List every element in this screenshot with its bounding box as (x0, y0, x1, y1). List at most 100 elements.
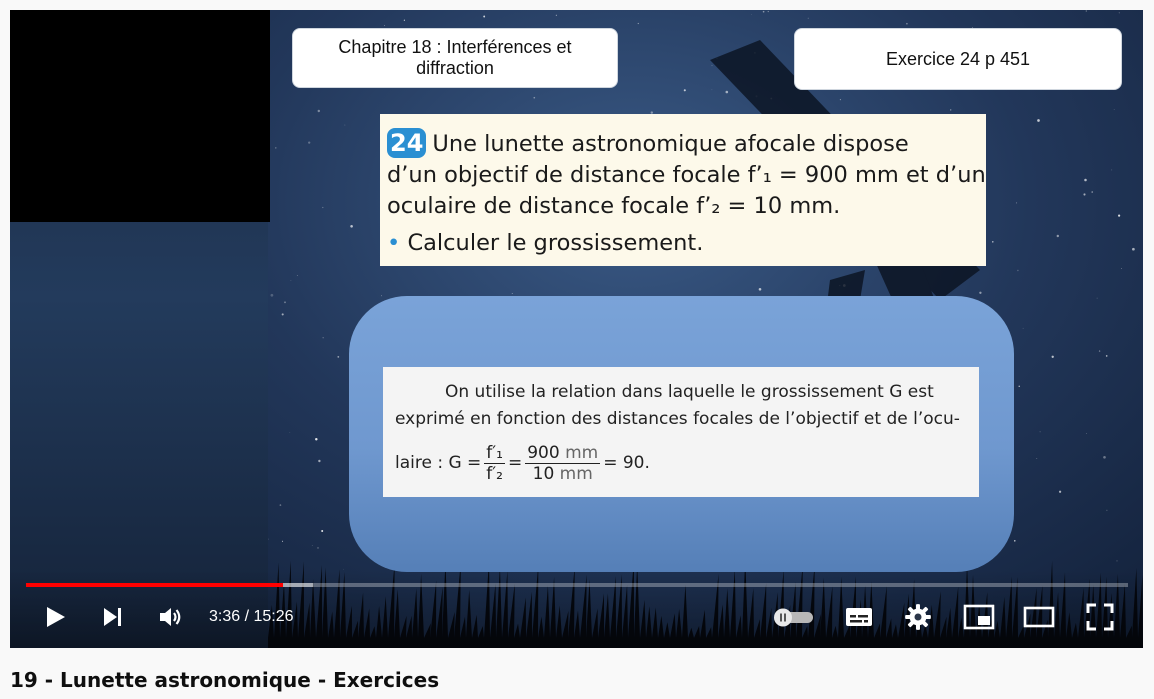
subtitles-icon (846, 608, 872, 626)
problem-text-1: Une lunette astronomique afocale dispose (432, 131, 909, 157)
answer-line-1: On utilise la relation dans laquelle le … (445, 382, 934, 402)
star (762, 10, 765, 13)
star (1118, 12, 1120, 14)
formula-prefix: laire : G = (395, 453, 482, 473)
volume-button[interactable] (156, 602, 186, 632)
star (1036, 458, 1038, 459)
star (767, 11, 769, 13)
star (1037, 119, 1040, 122)
star (1132, 247, 1135, 251)
problem-line-1: 24 Une lunette astronomique afocale dispo… (387, 128, 980, 160)
settings-icon (905, 604, 931, 630)
problem-line-2: d’un objectif de distance focale f’₁ = 9… (387, 162, 986, 188)
star (322, 337, 324, 339)
star (315, 438, 318, 441)
theater-mode-button[interactable] (1022, 602, 1056, 632)
video-title: 19 - Lunette astronomique - Exercices (10, 668, 440, 692)
problem-statement: 24 Une lunette astronomique afocale dispo… (380, 114, 986, 266)
star (403, 19, 405, 21)
problem-question: • Calculer le grossissement. (387, 228, 980, 259)
exercise-number-badge: 24 (387, 128, 427, 158)
video-player[interactable]: Chapitre 18 : Interférences et diffracti… (10, 10, 1143, 648)
star (1084, 178, 1087, 182)
star (637, 22, 639, 25)
fraction-focal: f′₁ f′₂ (484, 443, 505, 484)
formula-equals: = (507, 453, 523, 473)
star (1083, 193, 1086, 196)
star (1051, 355, 1054, 358)
den-value: 10 (532, 464, 555, 484)
star (1039, 431, 1041, 433)
theater-mode-icon (1023, 606, 1055, 628)
problem-line-3: oculaire de distance focale f’₂ = 10 mm. (387, 193, 841, 219)
star (1056, 234, 1060, 238)
star (279, 504, 282, 506)
fullscreen-icon (1086, 603, 1114, 631)
miniplayer-button[interactable] (962, 602, 996, 632)
star (511, 293, 513, 294)
formula-result: = 90. (603, 453, 650, 473)
fraction-values-den: 10 mm (533, 464, 593, 484)
star (270, 293, 274, 297)
star (381, 295, 382, 297)
star (384, 25, 385, 26)
volume-icon (160, 608, 181, 626)
fraction-values-num: 900 mm (525, 443, 601, 464)
play-icon (47, 607, 65, 627)
star (1096, 297, 1098, 299)
miniplayer-icon (963, 604, 995, 630)
star (1118, 214, 1121, 217)
fraction-values: 900 mm 10 mm (525, 443, 601, 484)
progress-played (26, 583, 283, 587)
time-display: 3:36 / 15:26 (209, 608, 294, 625)
star (483, 15, 486, 18)
star (1058, 490, 1062, 493)
star (1086, 432, 1087, 434)
star (322, 206, 324, 209)
star (1085, 10, 1087, 12)
star (1098, 350, 1101, 352)
star (275, 147, 277, 149)
autoplay-toggle[interactable] (770, 602, 816, 632)
settings-button[interactable] (903, 602, 933, 632)
exercise-title-box: Exercice 24 p 451 (794, 28, 1122, 90)
chapter-title: Chapitre 18 : Interférences et diffracti… (338, 37, 572, 78)
play-button[interactable] (40, 602, 70, 632)
num-unit: mm (565, 443, 599, 463)
star (1091, 191, 1093, 193)
star (807, 17, 809, 19)
star (1103, 455, 1106, 459)
subtitles-button[interactable] (842, 602, 876, 632)
star (751, 13, 752, 15)
star (318, 459, 321, 463)
star (290, 280, 292, 281)
answer-formula: laire : G = f′₁ f′₂ = 900 mm 10 mm = 90. (395, 443, 969, 484)
exercise-title: Exercice 24 p 451 (885, 48, 1031, 69)
webcam-placeholder (10, 10, 270, 222)
fraction-focal-num: f′₁ (484, 443, 505, 464)
answer-text-box: On utilise la relation dans laquelle le … (383, 367, 979, 497)
star (1018, 385, 1020, 387)
star (1121, 268, 1122, 270)
star (344, 124, 346, 126)
star (289, 432, 291, 433)
star (1111, 169, 1113, 171)
progress-bar[interactable] (26, 583, 1128, 587)
star (1106, 509, 1108, 511)
fullscreen-button[interactable] (1084, 602, 1116, 632)
chapter-title-box: Chapitre 18 : Interférences et diffracti… (292, 28, 618, 88)
next-icon (104, 608, 121, 626)
bullet-icon: • (387, 230, 401, 256)
star (1113, 109, 1115, 110)
star (284, 301, 286, 304)
problem-question-text: Calculer le grossissement. (407, 230, 704, 256)
star (350, 225, 353, 228)
star (308, 141, 311, 144)
den-unit: mm (559, 464, 593, 484)
star (337, 356, 340, 358)
star (533, 96, 536, 99)
num-value: 900 (527, 443, 560, 463)
next-button[interactable] (98, 602, 128, 632)
answer-line-2: exprimé en fonction des distances focale… (395, 409, 960, 429)
fraction-focal-den: f′₂ (486, 464, 503, 484)
